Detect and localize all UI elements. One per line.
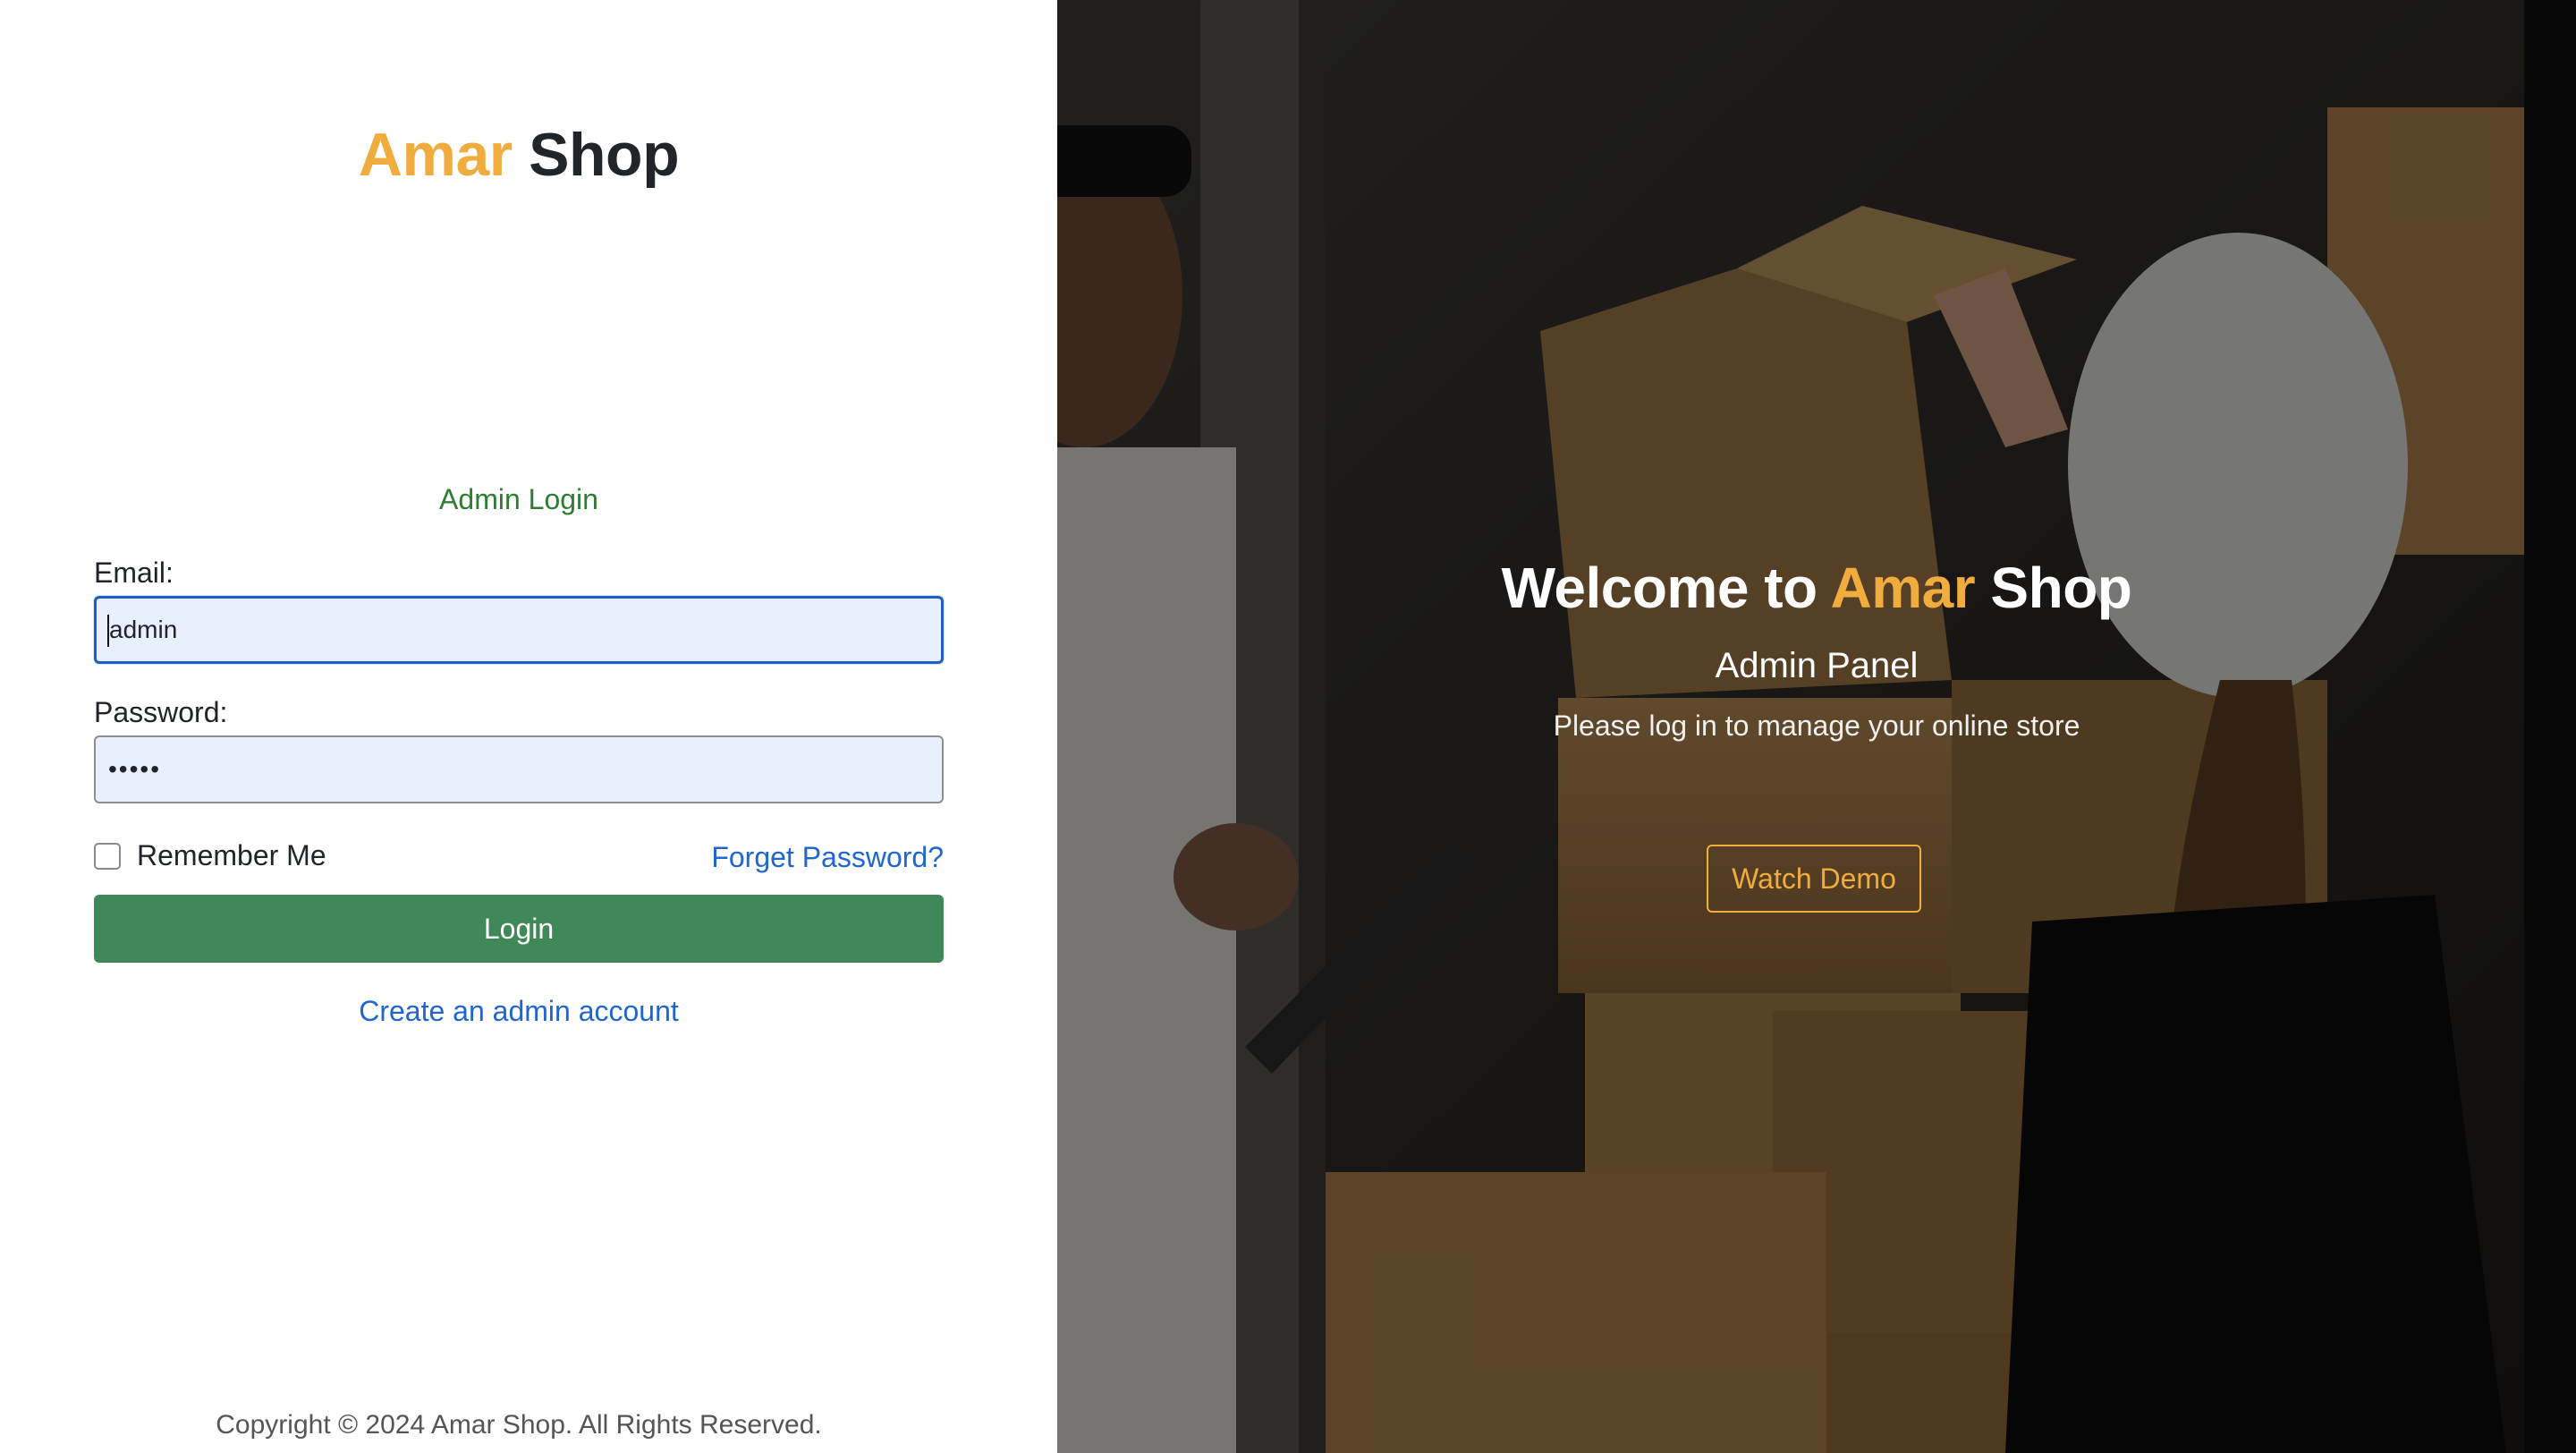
hero-content: Welcome to Amar Shop Admin Panel Please …: [1057, 555, 2576, 743]
login-panel: Amar Shop Admin Login Email: admin Passw…: [0, 0, 1057, 1453]
password-field[interactable]: •••••: [94, 735, 944, 803]
login-button[interactable]: Login: [94, 895, 944, 963]
hero-title-prefix: Welcome to: [1501, 556, 1818, 620]
password-value: •••••: [108, 755, 162, 783]
email-field[interactable]: admin: [94, 596, 944, 664]
brand-name: Shop: [529, 121, 680, 189]
hero-description: Please log in to manage your online stor…: [1553, 710, 2080, 742]
copyright: Copyright © 2024 Amar Shop. All Rights R…: [216, 1410, 822, 1440]
brand-accent: Amar: [358, 121, 513, 189]
login-title: Admin Login: [439, 483, 598, 515]
create-account-link[interactable]: Create an admin account: [0, 995, 1038, 1028]
remember-label: Remember Me: [137, 839, 326, 871]
hero-subtitle: Admin Panel: [1715, 646, 1919, 685]
hero-title-accent: Amar: [1830, 556, 1976, 620]
watch-demo-button[interactable]: Watch Demo: [1707, 845, 1921, 913]
forgot-password-link[interactable]: Forget Password?: [711, 841, 944, 874]
hero-title-rest: Shop: [1990, 556, 2132, 620]
email-value: admin: [109, 616, 178, 643]
brand-logo: Amar Shop: [0, 120, 1038, 190]
hero-title: Welcome to Amar Shop: [1057, 555, 2576, 621]
password-label: Password:: [94, 696, 228, 728]
remember-checkbox[interactable]: [94, 842, 121, 870]
hero-panel: Welcome to Amar Shop Admin Panel Please …: [1057, 0, 2576, 1453]
remember-me[interactable]: Remember Me: [94, 839, 326, 872]
email-label: Email:: [94, 557, 174, 589]
